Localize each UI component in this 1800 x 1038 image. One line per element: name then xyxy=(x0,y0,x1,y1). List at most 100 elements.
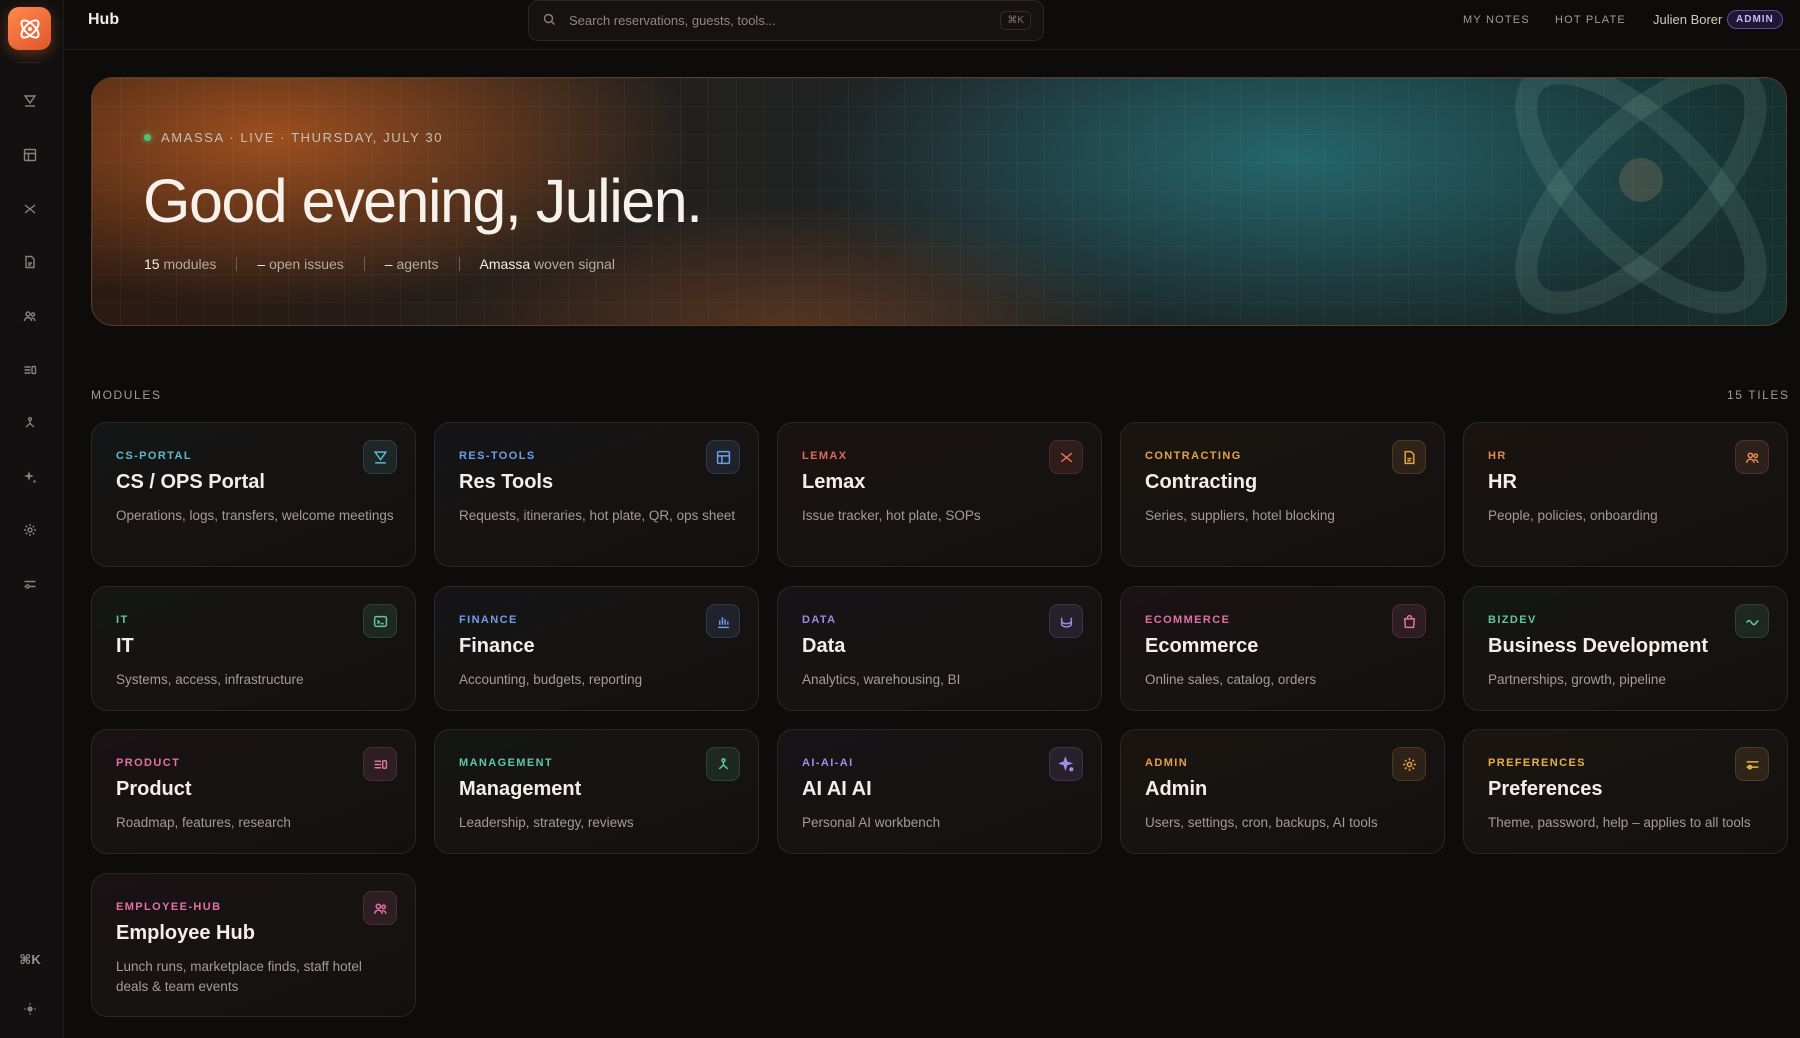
sidebar-item-preferences[interactable] xyxy=(18,572,42,596)
tile-description: Requests, itineraries, hot plate, QR, op… xyxy=(459,508,736,523)
user-name[interactable]: Julien Borer xyxy=(1653,12,1722,27)
module-tile-it[interactable]: IT IT Systems, access, infrastructure xyxy=(91,586,416,711)
tile-icon-box xyxy=(1392,440,1426,474)
tile-description: Personal AI workbench xyxy=(802,815,941,830)
command-palette-shortcut[interactable]: ⌘K xyxy=(10,952,50,968)
module-tile-product[interactable]: PRODUCT Product Roadmap, features, researc… xyxy=(91,729,416,854)
my-notes-link[interactable]: MY NOTES xyxy=(1463,14,1530,26)
sidebar-item-cs-portal[interactable] xyxy=(18,89,42,113)
table-icon xyxy=(716,450,730,464)
module-tile-data[interactable]: DATA Data Analytics, warehousing, BI xyxy=(777,586,1102,711)
document-icon xyxy=(1403,450,1415,464)
module-tile-ecommerce[interactable]: ECOMMERCE Ecommerce Online sales, catalog,… xyxy=(1120,586,1445,711)
topbar: Hub Search reservations, guests, tools..… xyxy=(64,0,1800,50)
tile-tag: CS-PORTAL xyxy=(116,450,192,462)
module-tile-bizdev[interactable]: BIZDEV Business Development Partnerships, … xyxy=(1463,586,1788,711)
tile-description: Accounting, budgets, reporting xyxy=(459,672,643,687)
tile-title: Product xyxy=(116,778,192,800)
module-tile-finance[interactable]: FINANCE Finance Accounting, budgets, repor… xyxy=(434,586,759,711)
module-tile-employee-hub[interactable]: EMPLOYEE-HUB Employee Hub Lunch runs, mark… xyxy=(91,873,416,1017)
search-shortcut: ⌘K xyxy=(1000,11,1031,30)
tile-title: IT xyxy=(116,635,134,657)
tile-icon-box xyxy=(706,747,740,781)
tile-title: CS / OPS Portal xyxy=(116,471,265,493)
theme-toggle[interactable] xyxy=(18,997,42,1021)
sparkle-icon xyxy=(24,471,36,483)
search-input[interactable]: Search reservations, guests, tools... xyxy=(569,13,776,28)
stat-brand: Amassa woven signal xyxy=(479,256,615,272)
wave-icon xyxy=(1745,619,1759,625)
module-tile-lemax[interactable]: LEMAX Lemax Issue tracker, hot plate, SOPs xyxy=(777,422,1102,567)
database-icon xyxy=(1060,617,1072,628)
tile-tag: BIZDEV xyxy=(1488,614,1537,626)
people-icon xyxy=(1745,451,1759,463)
tile-description: Users, settings, cron, backups, AI tools xyxy=(1145,815,1378,830)
greeting-title: Good evening, Julien. xyxy=(143,167,703,235)
sliders-icon xyxy=(24,580,36,589)
stat-separator xyxy=(236,257,238,271)
tile-tag: ADMIN xyxy=(1145,757,1189,769)
tile-title: Finance xyxy=(459,635,535,657)
tile-description: Partnerships, growth, pipeline xyxy=(1488,672,1666,687)
tile-description: People, policies, onboarding xyxy=(1488,508,1658,523)
tile-icon-box xyxy=(363,891,397,925)
module-tile-preferences[interactable]: PREFERENCES Preferences Theme, password, h… xyxy=(1463,729,1788,854)
table-icon xyxy=(23,148,37,162)
tile-title: Admin xyxy=(1145,778,1208,800)
terminal-icon xyxy=(373,615,387,627)
tile-icon-box xyxy=(1049,604,1083,638)
sidebar-item-res-tools[interactable] xyxy=(18,143,42,167)
hero-eyebrow-text: AMASSA · LIVE · THURSDAY, JULY 30 xyxy=(161,130,444,145)
tile-title: Preferences xyxy=(1488,778,1603,800)
tile-icon-box xyxy=(1049,747,1083,781)
tile-title: AI AI AI xyxy=(802,778,872,800)
tile-icon-box xyxy=(363,440,397,474)
tile-icon-box xyxy=(363,747,397,781)
sidebar-item-contracting[interactable] xyxy=(18,250,42,274)
gear-icon xyxy=(1402,757,1416,771)
module-tile-hr[interactable]: HR HR People, policies, onboarding xyxy=(1463,422,1788,567)
module-tile-management[interactable]: MANAGEMENT Management Leadership, strategy… xyxy=(434,729,759,854)
sidebar-item-ai[interactable] xyxy=(18,465,42,489)
sidebar-item-admin[interactable] xyxy=(18,518,42,542)
modules-section-title: MODULES xyxy=(91,388,162,402)
sidebar: ⌘K xyxy=(0,0,64,1038)
stat-agents: – agents xyxy=(384,256,439,272)
tile-icon-box xyxy=(1049,440,1083,474)
people-icon xyxy=(373,902,387,914)
hero-banner: AMASSA · LIVE · THURSDAY, JULY 30 Good e… xyxy=(91,77,1787,326)
module-tile-res-tools[interactable]: RES-TOOLS Res Tools Requests, itineraries,… xyxy=(434,422,759,567)
module-tile-cs-portal[interactable]: CS-PORTAL CS / OPS Portal Operations, logs… xyxy=(91,422,416,567)
lemax-icon xyxy=(1060,452,1072,462)
tile-description: Roadmap, features, research xyxy=(116,815,291,830)
tile-tag: EMPLOYEE-HUB xyxy=(116,901,222,913)
stat-separator xyxy=(363,257,365,271)
sidebar-item-management[interactable] xyxy=(18,411,42,435)
sidebar-item-hr[interactable] xyxy=(18,304,42,328)
tile-description: Analytics, warehousing, BI xyxy=(802,672,961,687)
tile-icon-box xyxy=(1392,747,1426,781)
module-tile-contracting[interactable]: CONTRACTING Contracting Series, suppliers,… xyxy=(1120,422,1445,567)
tile-icon-box xyxy=(1735,747,1769,781)
hero-logo-art xyxy=(1515,78,1767,314)
tile-title: Data xyxy=(802,635,846,657)
lemax-icon xyxy=(24,204,36,214)
sidebar-item-product[interactable] xyxy=(18,358,42,382)
tile-description: Theme, password, help – applies to all t… xyxy=(1488,815,1751,830)
tile-icon-box xyxy=(706,604,740,638)
sidebar-item-lemax[interactable] xyxy=(18,197,42,221)
search-bar[interactable]: Search reservations, guests, tools... ⌘K xyxy=(528,0,1044,41)
product-icon xyxy=(374,759,387,769)
module-tile-admin[interactable]: ADMIN Admin Users, settings, cron, backups… xyxy=(1120,729,1445,854)
stat-modules: 15 modules xyxy=(144,256,217,272)
tile-tag: RES-TOOLS xyxy=(459,450,536,462)
hot-plate-link[interactable]: HOT PLATE xyxy=(1555,14,1626,26)
sidebar-divider xyxy=(18,62,42,63)
sliders-icon xyxy=(1746,760,1758,770)
app-logo[interactable] xyxy=(8,7,51,50)
module-tile-ai-ai-ai[interactable]: AI-AI-AI AI AI AI Personal AI workbench xyxy=(777,729,1102,854)
tile-description: Lunch runs, marketplace finds, staff hot… xyxy=(116,959,362,994)
tile-icon-box xyxy=(1735,604,1769,638)
tile-tag: MANAGEMENT xyxy=(459,757,554,769)
portal-icon xyxy=(23,95,37,107)
